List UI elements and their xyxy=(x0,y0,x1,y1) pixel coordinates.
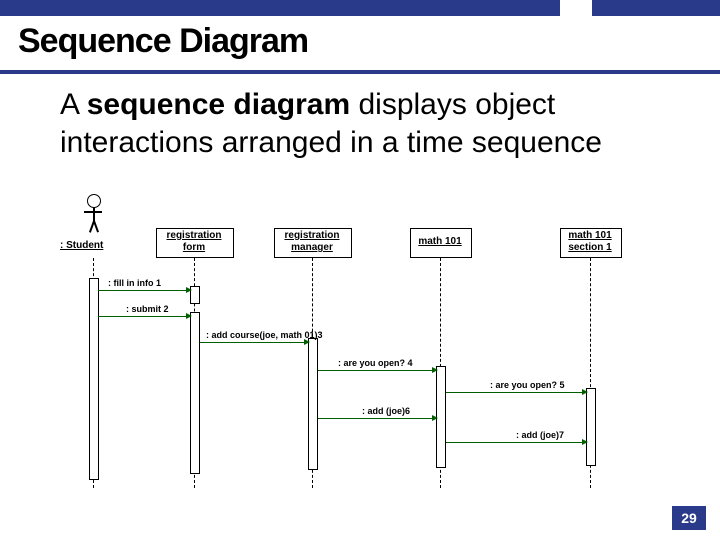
msg-are-you-open-5: : are you open? 5 xyxy=(490,380,565,390)
arrow-m6 xyxy=(318,418,434,419)
label-student: : Student xyxy=(60,240,120,252)
arrowhead-m4 xyxy=(432,367,438,373)
activation-regmgr xyxy=(308,338,318,470)
msg-add-joe-6: : add (joe)6 xyxy=(362,406,410,416)
slide-title: Sequence Diagram xyxy=(18,22,308,61)
msg-add-joe-7: : add (joe)7 xyxy=(516,430,564,440)
arrow-m1 xyxy=(98,290,188,291)
arrowhead-m1 xyxy=(186,287,192,293)
msg-fill-in-info: : fill in info 1 xyxy=(108,278,161,288)
title-block: Sequence Diagram xyxy=(0,16,720,74)
label-math101: math 101 xyxy=(410,236,470,248)
header-bar xyxy=(0,0,720,16)
msg-submit: : submit 2 xyxy=(126,304,169,314)
activation-student xyxy=(89,278,99,480)
label-regform-l2: form xyxy=(156,242,232,254)
label-regmgr-l1: registration xyxy=(274,230,350,242)
label-math101s1-l2: section 1 xyxy=(560,242,620,254)
msg-add-course: : add course(joe, math 01)3 xyxy=(206,330,323,340)
arrowhead-m2 xyxy=(186,313,192,319)
activation-math101s1 xyxy=(586,388,596,466)
arrow-m2 xyxy=(98,316,188,317)
label-math101s1-l1: math 101 xyxy=(560,230,620,242)
label-regform-l1: registration xyxy=(156,230,232,242)
msg-are-you-open-4: : are you open? 4 xyxy=(338,358,413,368)
body-prefix: A xyxy=(60,88,87,121)
body-text: A sequence diagram displays object inter… xyxy=(60,86,680,162)
arrowhead-m6 xyxy=(432,415,438,421)
arrowhead-m5 xyxy=(582,389,588,395)
label-regmgr-l2: manager xyxy=(274,242,350,254)
arrow-m7 xyxy=(446,442,584,443)
arrowhead-m7 xyxy=(582,439,588,445)
activation-regform-2 xyxy=(190,312,200,474)
arrow-m4 xyxy=(318,370,434,371)
arrow-m3 xyxy=(200,342,306,343)
arrow-m5 xyxy=(446,392,584,393)
sequence-diagram: : Student registration form registration… xyxy=(60,198,680,498)
header-bar-gap xyxy=(560,0,592,16)
body-bold: sequence diagram xyxy=(87,88,350,121)
slide-number: 29 xyxy=(672,506,706,530)
